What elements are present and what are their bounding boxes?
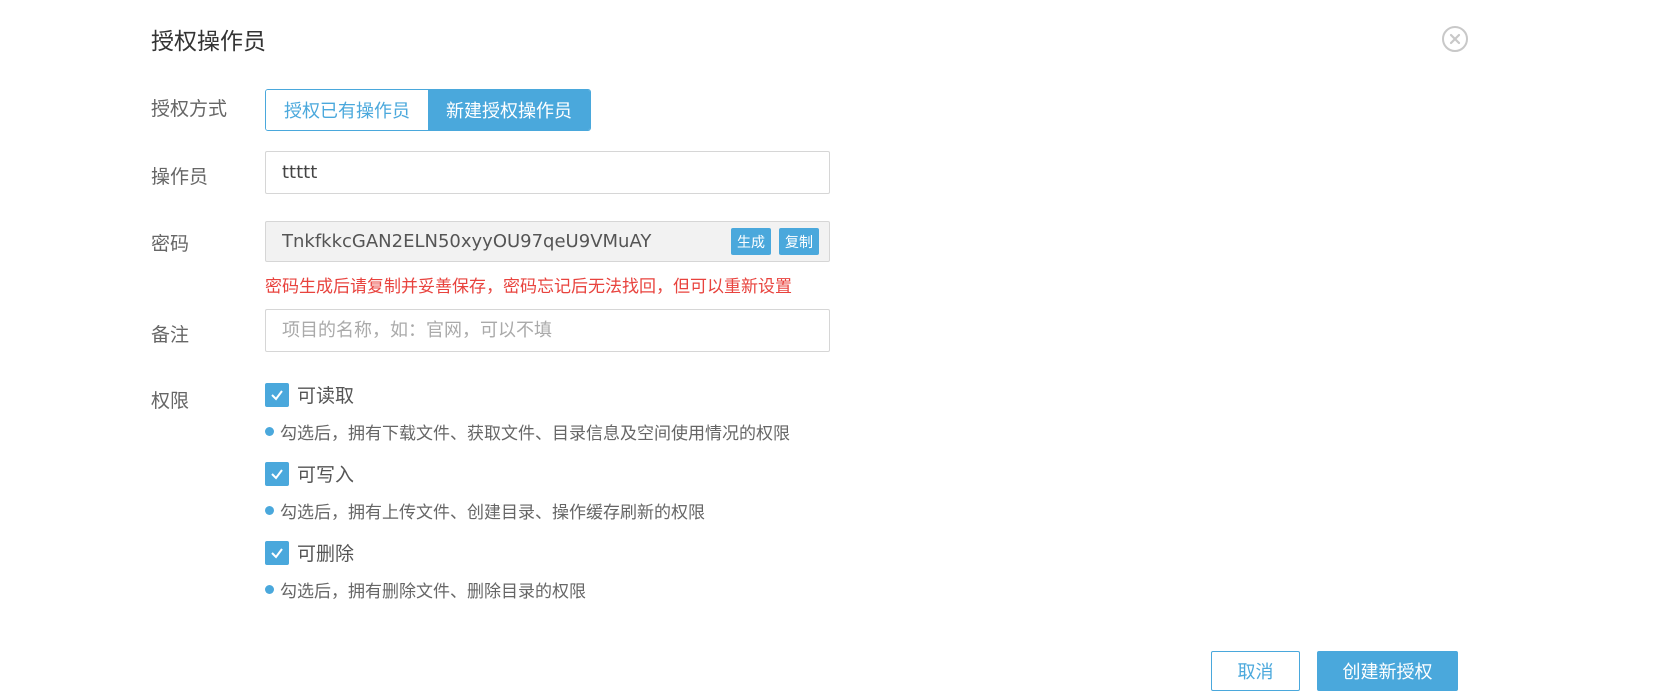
checkbox-checked-icon: [265, 540, 289, 565]
password-field: TnkfkkcGAN2ELN50xyyOU97qeU9VMuAY 生成 复制: [265, 221, 830, 262]
operator-label: 操作员: [151, 166, 209, 188]
permission-delete-hint: 勾选后，拥有删除文件、删除目录的权限: [265, 577, 586, 602]
permission-delete-checkbox[interactable]: 可删除: [265, 539, 354, 566]
permission-read-checkbox[interactable]: 可读取: [265, 381, 354, 408]
password-warning: 密码生成后请复制并妥善保存，密码忘记后无法找回，但可以重新设置: [265, 277, 792, 297]
permission-write-hint-text: 勾选后，拥有上传文件、创建目录、操作缓存刷新的权限: [280, 503, 705, 523]
remark-label: 备注: [151, 324, 190, 346]
password-value[interactable]: TnkfkkcGAN2ELN50xyyOU97qeU9VMuAY: [282, 231, 723, 252]
create-authorization-button[interactable]: 创建新授权: [1317, 651, 1458, 691]
bullet-dot-icon: [265, 427, 274, 436]
bullet-dot-icon: [265, 506, 274, 515]
auth-mode-segmented-control: 授权已有操作员 新建授权操作员: [265, 89, 591, 131]
operator-input[interactable]: [265, 151, 830, 194]
permission-write-hint: 勾选后，拥有上传文件、创建目录、操作缓存刷新的权限: [265, 498, 705, 523]
auth-mode-label: 授权方式: [151, 98, 228, 120]
close-circle-icon: [1449, 33, 1461, 45]
checkbox-checked-icon: [265, 461, 289, 486]
bullet-dot-icon: [265, 585, 274, 594]
permissions-label: 权限: [151, 390, 190, 412]
copy-password-button[interactable]: 复制: [779, 228, 819, 255]
permission-write-checkbox[interactable]: 可写入: [265, 460, 354, 487]
auth-existing-operator-tab[interactable]: 授权已有操作员: [266, 90, 428, 130]
password-label: 密码: [151, 233, 190, 255]
permission-read-label: 可读取: [297, 385, 355, 407]
permission-read-hint-text: 勾选后，拥有下载文件、获取文件、目录信息及空间使用情况的权限: [280, 424, 790, 444]
permission-write-label: 可写入: [297, 464, 355, 486]
auth-new-operator-tab[interactable]: 新建授权操作员: [428, 90, 590, 130]
permission-delete-hint-text: 勾选后，拥有删除文件、删除目录的权限: [280, 582, 586, 602]
permission-delete-label: 可删除: [297, 543, 355, 565]
checkbox-checked-icon: [265, 382, 289, 407]
remark-input[interactable]: [265, 309, 830, 352]
close-button[interactable]: [1442, 26, 1468, 52]
dialog-title: 授权操作员: [151, 29, 266, 55]
permission-read-hint: 勾选后，拥有下载文件、获取文件、目录信息及空间使用情况的权限: [265, 419, 790, 444]
cancel-button[interactable]: 取消: [1211, 651, 1300, 691]
authorize-operator-dialog: 授权操作员 授权方式 授权已有操作员 新建授权操作员 操作员 密码 Tnkfkk…: [0, 0, 1665, 694]
generate-password-button[interactable]: 生成: [731, 228, 771, 255]
